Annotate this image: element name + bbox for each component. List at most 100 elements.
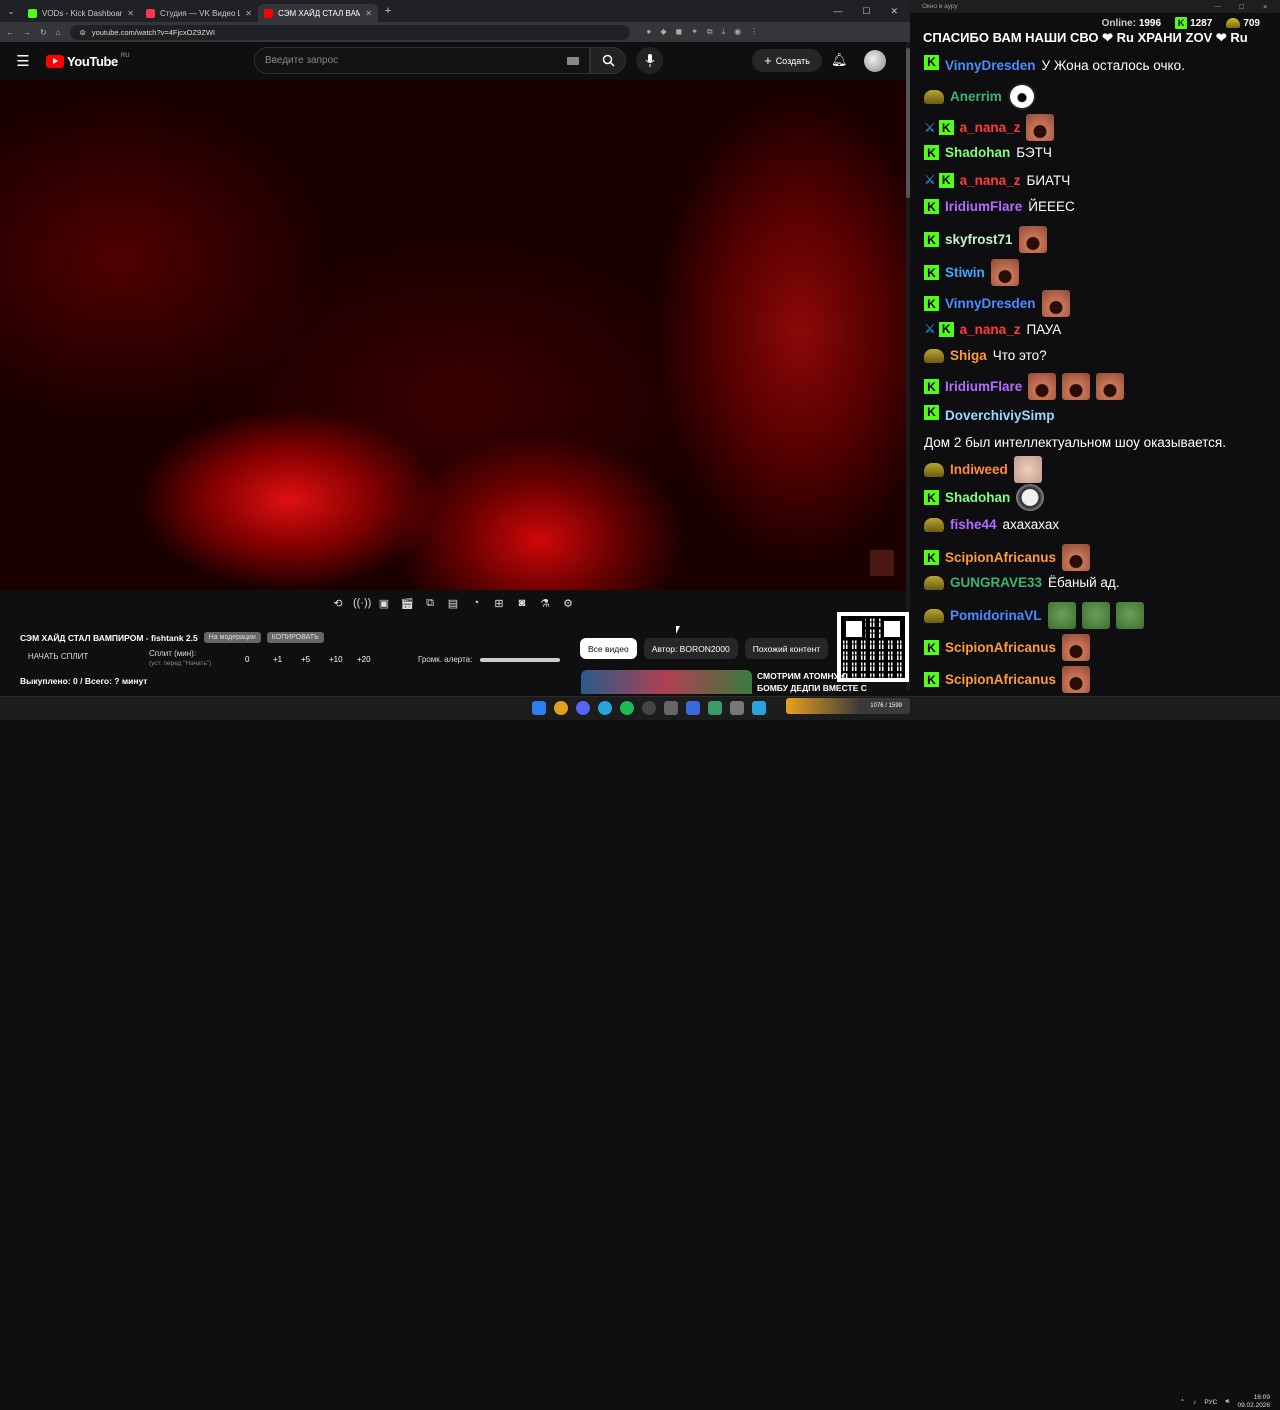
keyboard-icon[interactable] xyxy=(567,56,579,65)
media-icon[interactable] xyxy=(686,701,700,715)
discord-icon[interactable] xyxy=(576,701,590,715)
screenshot-icon[interactable]: ◙ xyxy=(514,597,530,610)
obs-icon[interactable] xyxy=(642,701,656,715)
copy-button[interactable]: КОПИРОВАТЬ xyxy=(266,632,324,643)
chat-close-button[interactable]: ✕ xyxy=(1263,3,1268,11)
video-player[interactable] xyxy=(0,80,906,590)
chat-username[interactable]: Shadohan xyxy=(945,490,1010,505)
split-plus-1-button[interactable]: +1 xyxy=(273,655,301,664)
telegram-active-icon[interactable] xyxy=(752,701,766,715)
add-icon[interactable]: ⊞ xyxy=(491,597,507,610)
chat-username[interactable]: Shiga xyxy=(950,348,987,363)
spotify-icon[interactable] xyxy=(620,701,634,715)
maximize-button[interactable]: ☐ xyxy=(862,6,870,17)
extension-icon[interactable]: ◆ xyxy=(660,27,666,37)
menu-dots-icon[interactable]: ⋮ xyxy=(750,27,758,37)
search-input[interactable]: Введите запрос xyxy=(254,47,590,74)
avatar[interactable] xyxy=(864,50,886,72)
chat-username[interactable]: fishe44 xyxy=(950,517,997,532)
notifications-bell-icon[interactable]: 🔔︎ xyxy=(831,52,848,68)
subtitles-icon[interactable]: ▤ xyxy=(445,597,461,610)
start-split-button[interactable]: НАЧАТЬ СПЛИТ xyxy=(28,652,88,661)
search-button[interactable] xyxy=(590,47,626,74)
close-window-button[interactable]: ✕ xyxy=(890,6,898,17)
app-icon[interactable] xyxy=(708,701,722,715)
back-icon[interactable]: ← xyxy=(6,28,14,37)
site-info-icon[interactable]: ⊜ xyxy=(80,28,86,37)
chat-username[interactable]: VinnyDresden xyxy=(945,296,1036,311)
language-indicator[interactable]: РУС xyxy=(1204,1399,1217,1406)
hamburger-menu-icon[interactable]: ☰ xyxy=(0,52,46,70)
clock[interactable]: 16:09 09.02.2026 xyxy=(1237,1394,1270,1410)
extension-icon[interactable]: ● xyxy=(647,27,652,37)
chat-username[interactable]: DoverchiviySimp xyxy=(945,405,1055,426)
chat-username[interactable]: Anerrim xyxy=(950,89,1002,104)
recommendation-thumbnail[interactable] xyxy=(581,670,752,694)
clip-icon[interactable]: 🎬︎ xyxy=(399,597,415,610)
profile-icon[interactable]: ◉ xyxy=(734,27,741,37)
chip-similar[interactable]: Похожий контент xyxy=(744,638,829,659)
app-icon[interactable] xyxy=(664,701,678,715)
chat-username[interactable]: a_nana_z xyxy=(960,322,1021,337)
chat-username[interactable]: a_nana_z xyxy=(960,120,1021,135)
chip-all-videos[interactable]: Все видео xyxy=(580,638,637,659)
speed-icon[interactable]: ◔ xyxy=(468,597,484,610)
browser-tab[interactable]: VODs - Kick Dashboard ✕ xyxy=(22,4,140,22)
chat-username[interactable]: IridiumFlare xyxy=(945,199,1022,214)
pip-icon[interactable]: ⧉ xyxy=(422,597,438,610)
split-plus-10-button[interactable]: +10 xyxy=(329,655,357,664)
reload-icon[interactable]: ↻ xyxy=(40,28,47,37)
browser-tab[interactable]: Студия — VK Видео Live ✕ xyxy=(140,4,258,22)
audio-icon[interactable]: ((·)) xyxy=(353,597,371,610)
split-plus-20-button[interactable]: +20 xyxy=(357,655,385,664)
moderation-pill[interactable]: На модерации xyxy=(203,632,261,643)
chat-username[interactable]: skyfrost71 xyxy=(945,232,1013,247)
volume-icon[interactable]: 🔊︎ xyxy=(1225,1398,1229,1406)
forward-icon[interactable]: → xyxy=(23,28,31,37)
chat-username[interactable]: PomidorinaVL xyxy=(950,608,1042,623)
new-tab-button[interactable]: + xyxy=(378,5,398,17)
app-icon[interactable] xyxy=(730,701,744,715)
test-flask-icon[interactable]: ⚗ xyxy=(537,597,553,610)
extensions-puzzle-icon[interactable]: ⧉ xyxy=(707,27,713,37)
chat-username[interactable]: Stiwin xyxy=(945,265,985,280)
tab-search-icon[interactable]: ⌄ xyxy=(0,7,22,16)
create-button[interactable]: + Создать xyxy=(752,49,822,72)
chat-username[interactable]: a_nana_z xyxy=(960,173,1021,188)
chrome-icon[interactable] xyxy=(554,701,568,715)
extension-icon[interactable]: ◼ xyxy=(676,27,683,37)
tab-title: Студия — VK Видео Live xyxy=(160,8,241,18)
chat-username[interactable]: Indiweed xyxy=(950,462,1008,477)
extension-icon[interactable]: ✦ xyxy=(691,27,698,37)
chat-username[interactable]: ScipionAfricanus xyxy=(945,550,1056,565)
youtube-logo[interactable]: YouTube RU xyxy=(46,53,130,69)
voice-search-button[interactable] xyxy=(636,47,663,74)
close-tab-icon[interactable]: ✕ xyxy=(245,9,252,18)
start-icon[interactable] xyxy=(532,701,546,715)
tray-up-icon[interactable]: ⌃ xyxy=(1180,1398,1185,1406)
chat-username[interactable]: ScipionAfricanus xyxy=(945,640,1056,655)
chat-username[interactable]: Shadohan xyxy=(945,145,1010,160)
split-plus-5-button[interactable]: +5 xyxy=(301,655,329,664)
loop-icon[interactable]: ⟲ xyxy=(330,597,346,610)
chat-username[interactable]: VinnyDresden xyxy=(945,55,1036,76)
alert-volume-slider[interactable] xyxy=(480,657,561,662)
settings-gear-icon[interactable]: ⚙ xyxy=(560,597,576,610)
telegram-icon[interactable] xyxy=(598,701,612,715)
chat-username[interactable]: ScipionAfricanus xyxy=(945,672,1056,687)
close-tab-icon[interactable]: ✕ xyxy=(365,9,372,18)
chat-maximize-button[interactable]: ☐ xyxy=(1239,3,1245,11)
close-tab-icon[interactable]: ✕ xyxy=(127,9,134,18)
chat-minimize-button[interactable]: — xyxy=(1214,3,1221,11)
minimize-button[interactable]: — xyxy=(833,6,842,17)
home-icon[interactable]: ⌂ xyxy=(56,28,61,37)
screen-record-icon[interactable]: ▣ xyxy=(376,597,392,610)
chat-username[interactable]: IridiumFlare xyxy=(945,379,1022,394)
chip-author[interactable]: Автор: BORON2000 xyxy=(643,638,738,659)
download-icon[interactable]: ⤓ xyxy=(722,27,726,37)
chat-username[interactable]: GUNGRAVE33 xyxy=(950,575,1042,590)
channel-watermark[interactable] xyxy=(870,550,894,576)
browser-tab-active[interactable]: СЭМ ХАЙД СТАЛ ВАМПИ... ✕ xyxy=(258,4,378,22)
mic-tray-icon[interactable]: ♪ xyxy=(1193,1399,1196,1406)
url-field[interactable]: ⊜ youtube.com/watch?v=4FjcxOZ9ZWI xyxy=(69,24,630,40)
